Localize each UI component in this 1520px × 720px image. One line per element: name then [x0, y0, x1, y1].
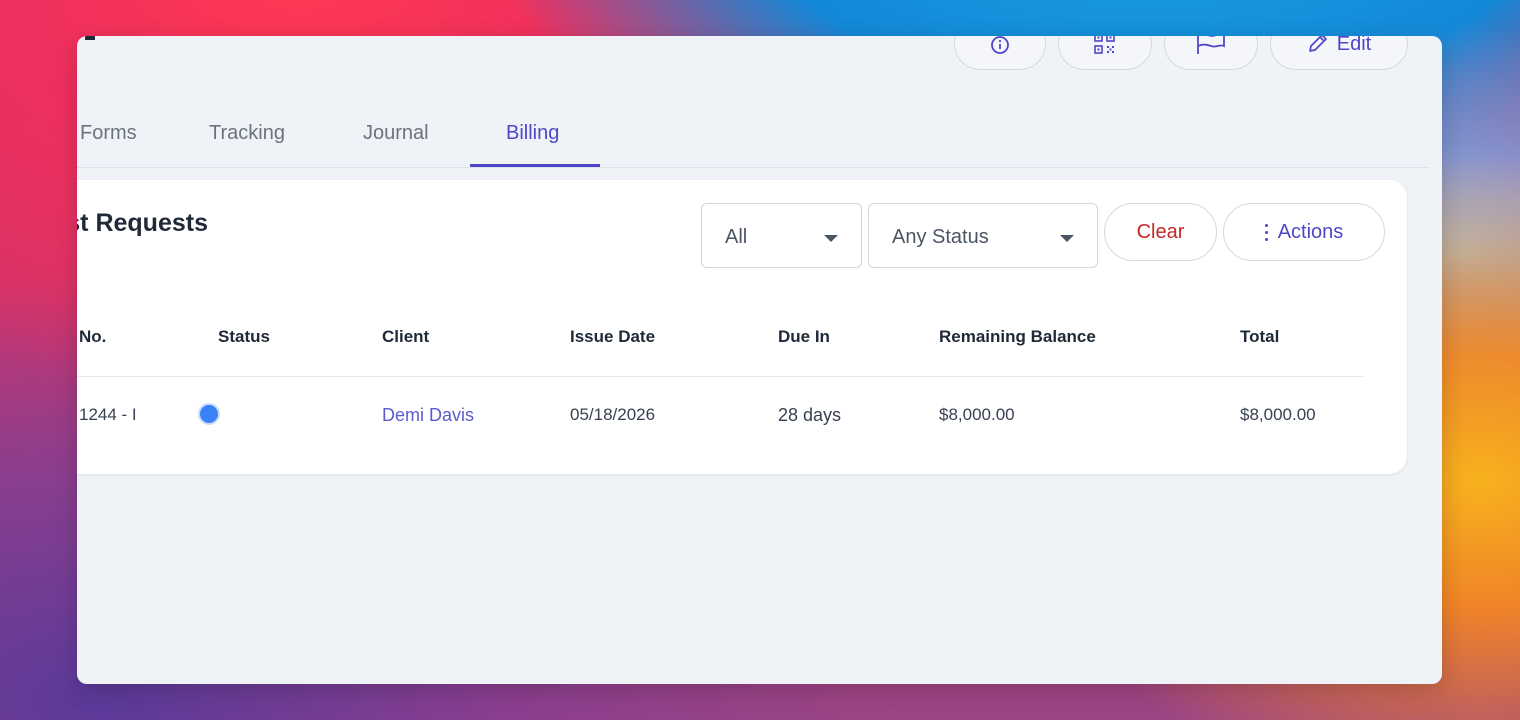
qr-code-icon: [1093, 36, 1117, 55]
panel-title: ust Requests: [77, 209, 208, 237]
clear-button-label: Clear: [1136, 220, 1185, 243]
info-icon: [990, 36, 1010, 55]
cell-remaining-balance: $8,000.00: [939, 405, 1015, 424]
edit-button[interactable]: Edit: [1270, 36, 1408, 70]
clear-button[interactable]: Clear: [1104, 203, 1217, 261]
column-header-issue-date: Issue Date: [570, 327, 656, 346]
column-header-no: No.: [79, 327, 107, 346]
type-filter-value: All: [725, 226, 748, 248]
cell-due-in: 28 days: [778, 405, 842, 425]
actions-button-label: Actions: [1277, 220, 1344, 243]
flag-button[interactable]: [1164, 36, 1258, 70]
actions-button[interactable]: Actions: [1223, 203, 1385, 261]
more-vertical-icon: [1264, 223, 1268, 241]
tab-forms[interactable]: Forms: [80, 122, 137, 145]
flag-icon: [1196, 36, 1226, 55]
client-link[interactable]: Demi Davis: [382, 405, 474, 426]
tab-bar: Forms Tracking Journal Billing: [77, 96, 1429, 168]
status-filter-value: Any Status: [892, 226, 989, 248]
column-header-remaining-balance: Remaining Balance: [939, 327, 1096, 346]
info-button[interactable]: [954, 36, 1046, 70]
cell-total: $8,000.00: [1240, 405, 1316, 424]
tab-tracking[interactable]: Tracking: [209, 122, 285, 145]
column-header-status: Status: [218, 327, 270, 346]
status-filter-select[interactable]: Any Status: [868, 203, 1098, 268]
column-header-total: Total: [1240, 327, 1280, 346]
active-tab-indicator: [470, 164, 600, 167]
title-fragment: [85, 36, 95, 40]
cell-issue-date: 05/18/2026: [570, 405, 656, 424]
app-window: Edit Forms Tracking Journal Billing ust …: [77, 36, 1442, 684]
edit-button-label: Edit: [1336, 36, 1372, 55]
tab-journal[interactable]: Journal: [363, 122, 429, 145]
chevron-down-icon: [824, 235, 838, 242]
type-filter-select[interactable]: All: [701, 203, 862, 268]
header-divider: [77, 376, 1364, 377]
cell-no: 1244 - I: [79, 405, 137, 424]
column-header-client: Client: [382, 327, 430, 346]
pencil-icon: [1307, 36, 1329, 54]
status-indicator: [198, 403, 220, 425]
column-header-due-in: Due In: [778, 327, 830, 346]
qr-code-button[interactable]: [1058, 36, 1152, 70]
requests-panel: ust Requests All Any Status Clear Action…: [77, 180, 1407, 474]
chevron-down-icon: [1060, 235, 1074, 242]
tab-billing[interactable]: Billing: [506, 122, 559, 145]
